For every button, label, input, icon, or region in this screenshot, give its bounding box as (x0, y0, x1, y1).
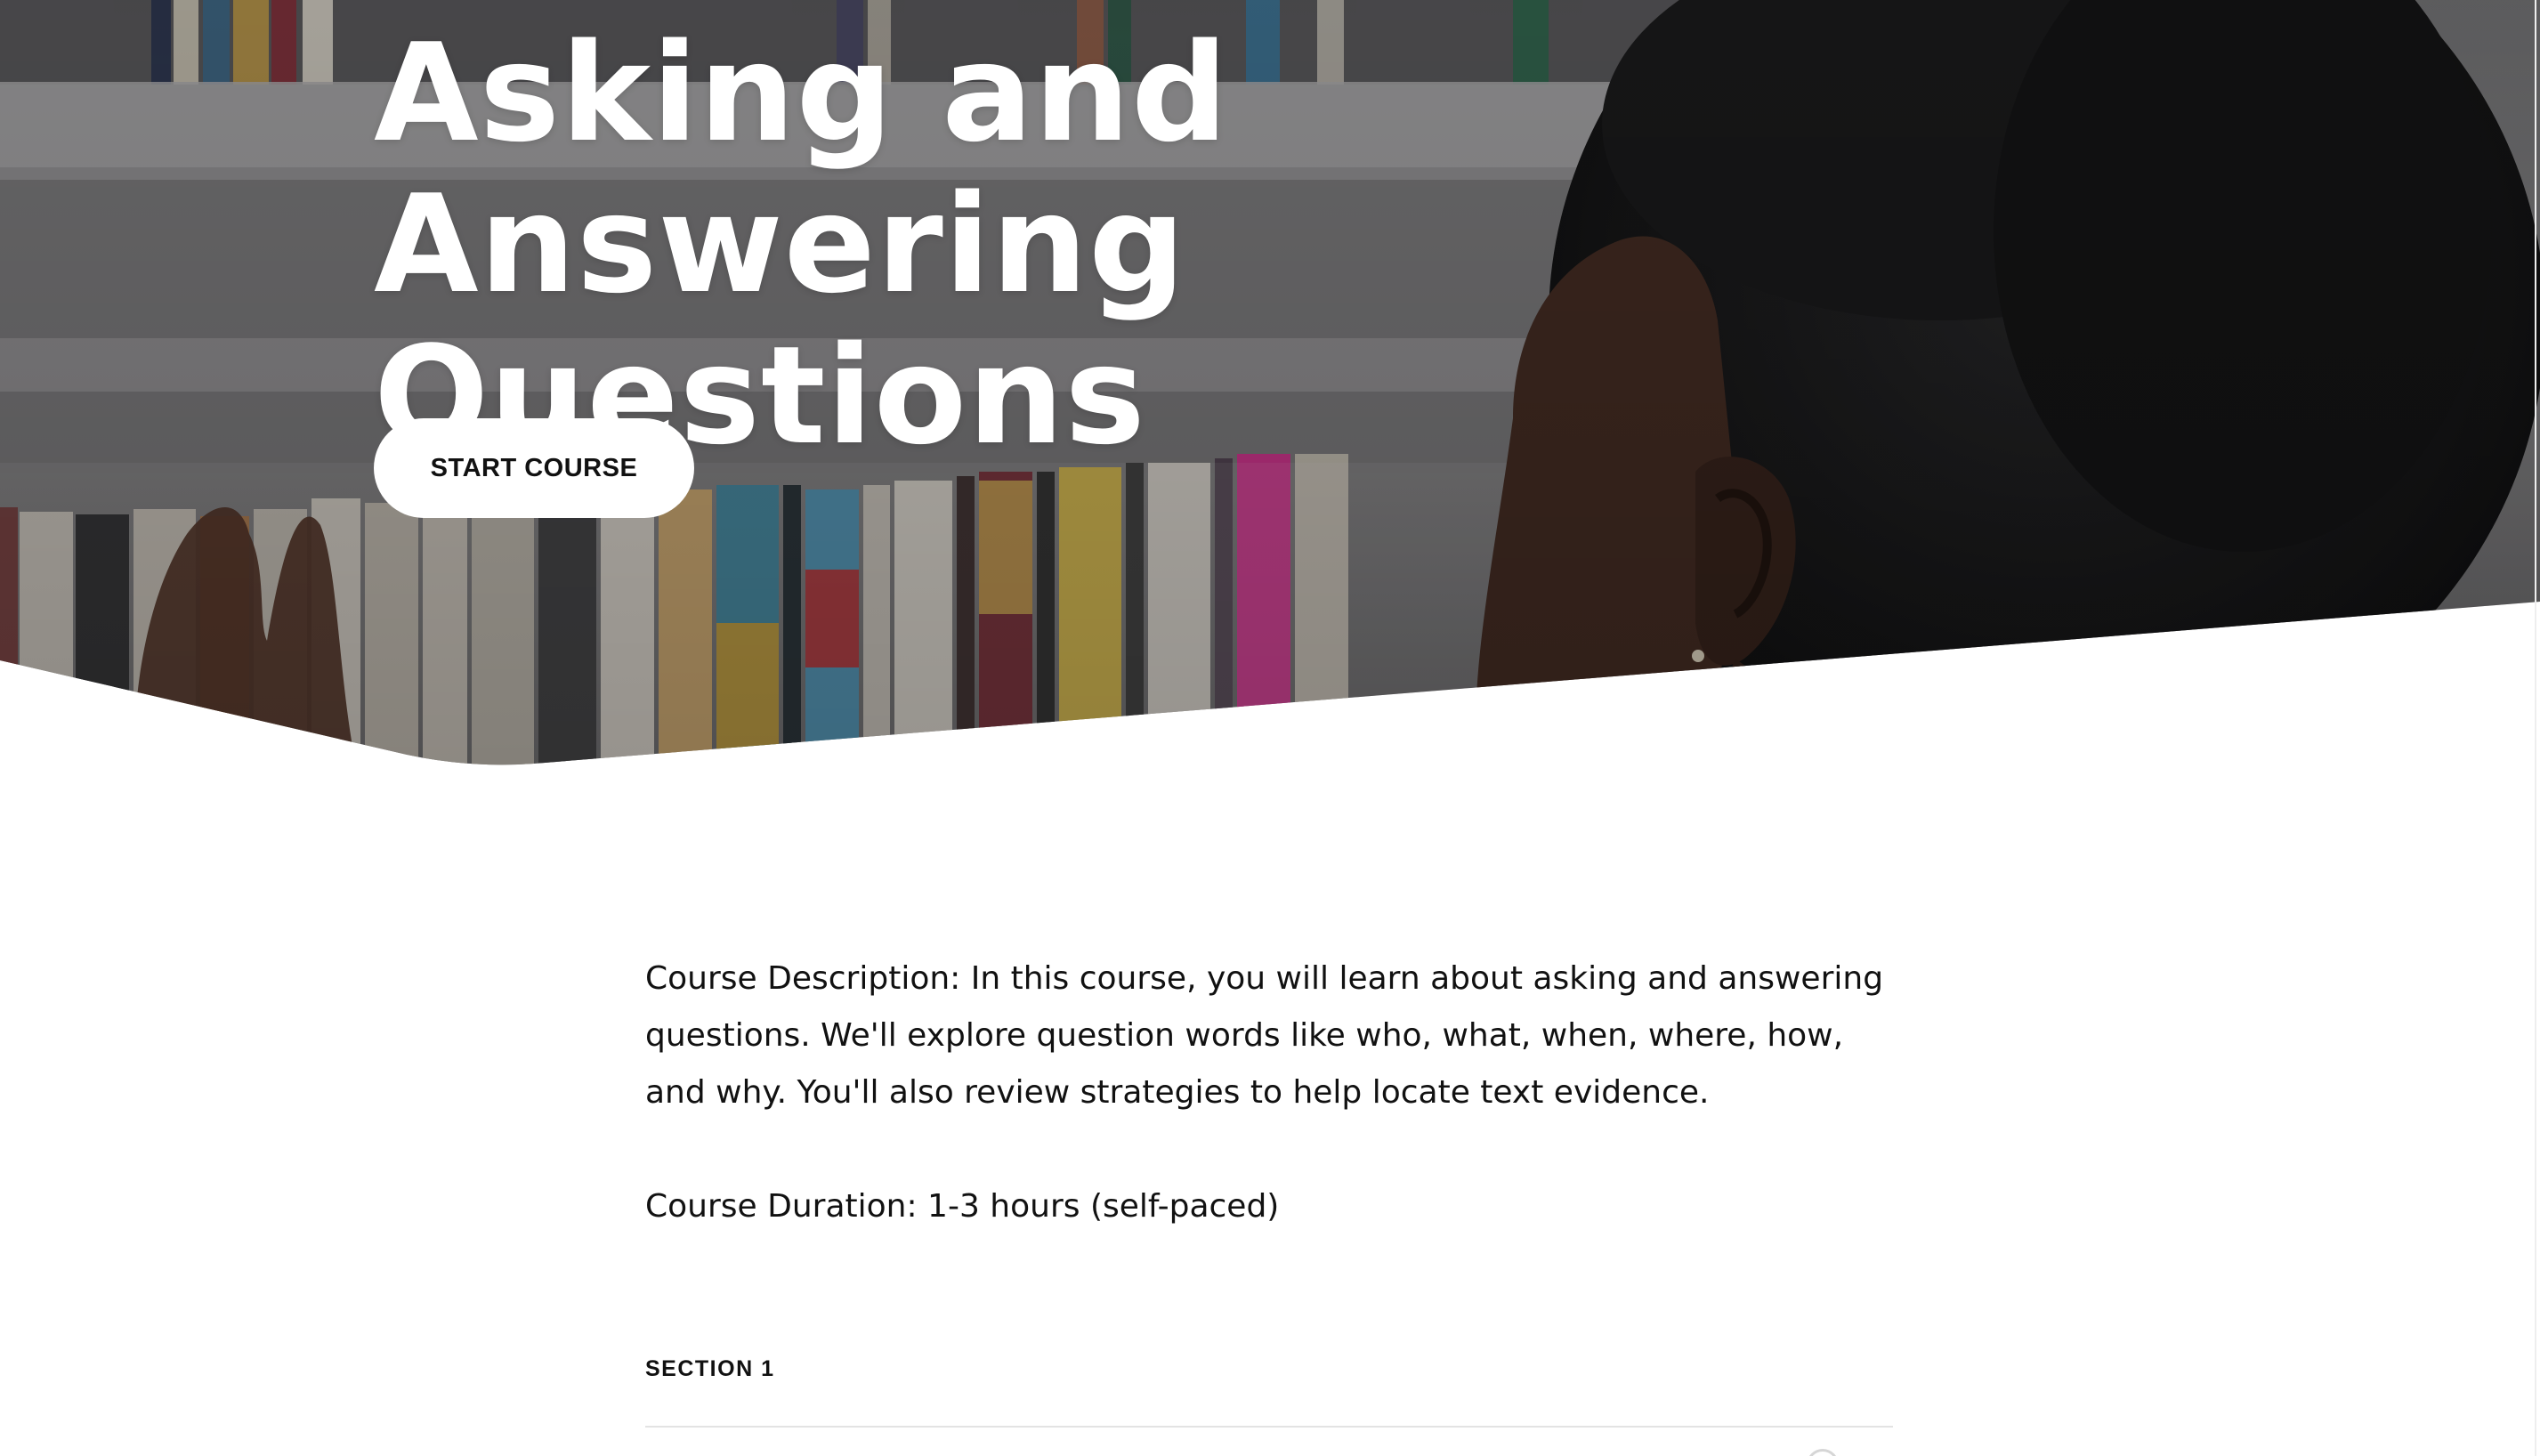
course-description: Course Description: In this course, you … (645, 960, 1884, 1111)
start-course-button[interactable]: START COURSE (374, 418, 694, 518)
course-landing-page: Asking and Answering Questions START COU… (0, 0, 2540, 1456)
scrollbar-track[interactable] (2535, 0, 2536, 1456)
section-divider (645, 1426, 1893, 1428)
course-title: Asking and Answering Questions (374, 14, 1229, 474)
lesson-status-circle-icon (1807, 1449, 1839, 1456)
section-heading: SECTION 1 (645, 1356, 775, 1381)
course-hero: Asking and Answering Questions START COU… (0, 0, 2540, 765)
course-duration: Course Duration: 1-3 hours (self-paced) (645, 1188, 1280, 1225)
course-info: Course Description: In this course, you … (645, 950, 1891, 1235)
